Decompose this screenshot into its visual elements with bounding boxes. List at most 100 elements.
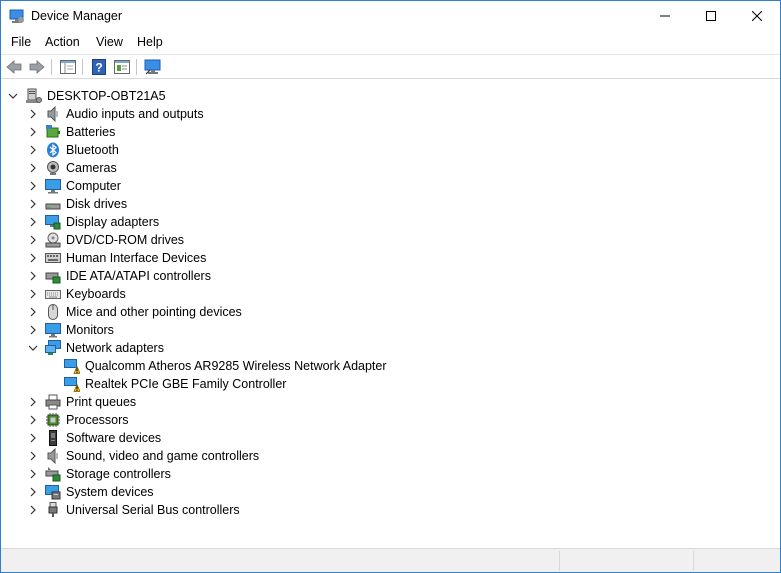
tree-category-disk-drives[interactable]: Disk drives bbox=[1, 195, 780, 213]
tree-category-cameras[interactable]: Cameras bbox=[1, 159, 780, 177]
category-label: DVD/CD-ROM drives bbox=[66, 233, 185, 247]
tree-category-processors[interactable]: Processors bbox=[1, 411, 780, 429]
help-button[interactable]: ? bbox=[89, 58, 109, 76]
category-label: Display adapters bbox=[66, 215, 160, 229]
collapse-chevron-icon[interactable] bbox=[8, 91, 18, 101]
scan-hardware-button[interactable] bbox=[143, 58, 163, 76]
device-label: Qualcomm Atheros AR9285 Wireless Network… bbox=[85, 359, 387, 373]
display-adapter-icon bbox=[45, 215, 61, 230]
tree-category-storage-controllers[interactable]: Storage controllers bbox=[1, 465, 780, 483]
category-label: Computer bbox=[66, 179, 121, 193]
expand-chevron-icon[interactable] bbox=[28, 433, 38, 443]
tree-category-display-adapters[interactable]: Display adapters bbox=[1, 213, 780, 231]
tree-category-monitors[interactable]: Monitors bbox=[1, 321, 780, 339]
root-computer-name: DESKTOP-OBT21A5 bbox=[47, 89, 166, 103]
expand-chevron-icon[interactable] bbox=[28, 487, 38, 497]
tree-category-print-queues[interactable]: Print queues bbox=[1, 393, 780, 411]
status-divider bbox=[559, 551, 560, 571]
tree-category-audio[interactable]: Audio inputs and outputs bbox=[1, 105, 780, 123]
expand-chevron-icon[interactable] bbox=[28, 289, 38, 299]
tree-category-batteries[interactable]: Batteries bbox=[1, 123, 780, 141]
scan-hardware-icon bbox=[144, 59, 161, 75]
expand-chevron-icon[interactable] bbox=[28, 271, 38, 281]
expand-chevron-icon[interactable] bbox=[28, 235, 38, 245]
disk-drive-icon bbox=[45, 203, 61, 210]
category-label: Software devices bbox=[66, 431, 162, 445]
processor-icon bbox=[46, 413, 60, 427]
expand-chevron-icon[interactable] bbox=[28, 109, 38, 119]
device-manager-app-icon bbox=[9, 9, 24, 23]
storage-controller-icon bbox=[45, 467, 61, 482]
minimize-button[interactable] bbox=[642, 1, 688, 31]
tree-category-network-adapters[interactable]: Network adapters bbox=[1, 339, 780, 357]
menu-action[interactable]: Action bbox=[45, 35, 80, 49]
computer-icon bbox=[45, 179, 61, 194]
category-label: Network adapters bbox=[66, 341, 164, 355]
tree-device-realtek-pcie[interactable]: Realtek PCIe GBE Family Controller bbox=[1, 375, 780, 393]
device-tree[interactable]: DESKTOP-OBT21A5 Audio inputs and outputs… bbox=[1, 85, 780, 547]
category-label: Monitors bbox=[66, 323, 114, 337]
speaker-icon bbox=[47, 106, 58, 122]
category-label: Cameras bbox=[66, 161, 117, 175]
tree-category-software-devices[interactable]: Software devices bbox=[1, 429, 780, 447]
device-manager-window: Device Manager File Action View Help ? D… bbox=[0, 0, 781, 573]
tree-category-ide[interactable]: IDE ATA/ATAPI controllers bbox=[1, 267, 780, 285]
tree-category-hid[interactable]: Human Interface Devices bbox=[1, 249, 780, 267]
expand-chevron-icon[interactable] bbox=[28, 469, 38, 479]
maximize-button[interactable] bbox=[688, 1, 734, 31]
toolbar: ? bbox=[1, 54, 780, 79]
sound-controller-icon bbox=[47, 448, 58, 464]
tree-category-system-devices[interactable]: System devices bbox=[1, 483, 780, 501]
menu-file[interactable]: File bbox=[11, 35, 31, 49]
status-divider bbox=[693, 551, 694, 571]
category-label: Mice and other pointing devices bbox=[66, 305, 242, 319]
hid-icon bbox=[45, 253, 61, 263]
expand-chevron-icon[interactable] bbox=[28, 217, 38, 227]
network-adapter-warning-icon bbox=[64, 377, 80, 392]
maximize-icon bbox=[706, 11, 716, 21]
expand-chevron-icon[interactable] bbox=[28, 307, 38, 317]
system-devices-icon bbox=[45, 485, 61, 500]
expand-chevron-icon[interactable] bbox=[28, 145, 38, 155]
expand-chevron-icon[interactable] bbox=[28, 181, 38, 191]
category-label: Disk drives bbox=[66, 197, 128, 211]
toolbar-separator bbox=[51, 59, 52, 75]
forward-icon bbox=[29, 60, 45, 74]
close-icon bbox=[752, 11, 762, 21]
tree-device-qualcomm-atheros[interactable]: Qualcomm Atheros AR9285 Wireless Network… bbox=[1, 357, 780, 375]
back-button[interactable] bbox=[4, 58, 24, 76]
tree-category-mice[interactable]: Mice and other pointing devices bbox=[1, 303, 780, 321]
expand-chevron-icon[interactable] bbox=[28, 325, 38, 335]
show-hide-console-tree-icon bbox=[60, 60, 76, 74]
software-device-icon bbox=[49, 430, 57, 446]
expand-chevron-icon[interactable] bbox=[28, 253, 38, 263]
close-button[interactable] bbox=[734, 1, 780, 31]
title-bar[interactable]: Device Manager bbox=[1, 1, 780, 31]
collapse-chevron-icon[interactable] bbox=[28, 343, 38, 353]
expand-chevron-icon[interactable] bbox=[28, 127, 38, 137]
forward-button[interactable] bbox=[27, 58, 47, 76]
mouse-icon bbox=[48, 304, 58, 320]
minimize-icon bbox=[660, 15, 670, 17]
expand-chevron-icon[interactable] bbox=[28, 397, 38, 407]
expand-chevron-icon[interactable] bbox=[28, 505, 38, 515]
expand-chevron-icon[interactable] bbox=[28, 163, 38, 173]
tree-category-bluetooth[interactable]: Bluetooth bbox=[1, 141, 780, 159]
expand-chevron-icon[interactable] bbox=[28, 451, 38, 461]
show-hide-console-tree-button[interactable] bbox=[58, 58, 78, 76]
expand-chevron-icon[interactable] bbox=[28, 415, 38, 425]
category-label: Batteries bbox=[66, 125, 116, 139]
back-icon bbox=[6, 60, 22, 74]
menu-view[interactable]: View bbox=[96, 35, 123, 49]
tree-category-dvd-cd-rom[interactable]: DVD/CD-ROM drives bbox=[1, 231, 780, 249]
properties-button[interactable] bbox=[112, 58, 132, 76]
category-label: Audio inputs and outputs bbox=[66, 107, 204, 121]
tree-category-sound-video-game[interactable]: Sound, video and game controllers bbox=[1, 447, 780, 465]
menu-help[interactable]: Help bbox=[137, 35, 163, 49]
tree-category-keyboards[interactable]: Keyboards bbox=[1, 285, 780, 303]
tree-root-node[interactable]: DESKTOP-OBT21A5 bbox=[1, 87, 780, 105]
tree-category-usb[interactable]: Universal Serial Bus controllers bbox=[1, 501, 780, 519]
expand-chevron-icon[interactable] bbox=[28, 199, 38, 209]
monitor-icon bbox=[45, 323, 61, 338]
tree-category-computer[interactable]: Computer bbox=[1, 177, 780, 195]
